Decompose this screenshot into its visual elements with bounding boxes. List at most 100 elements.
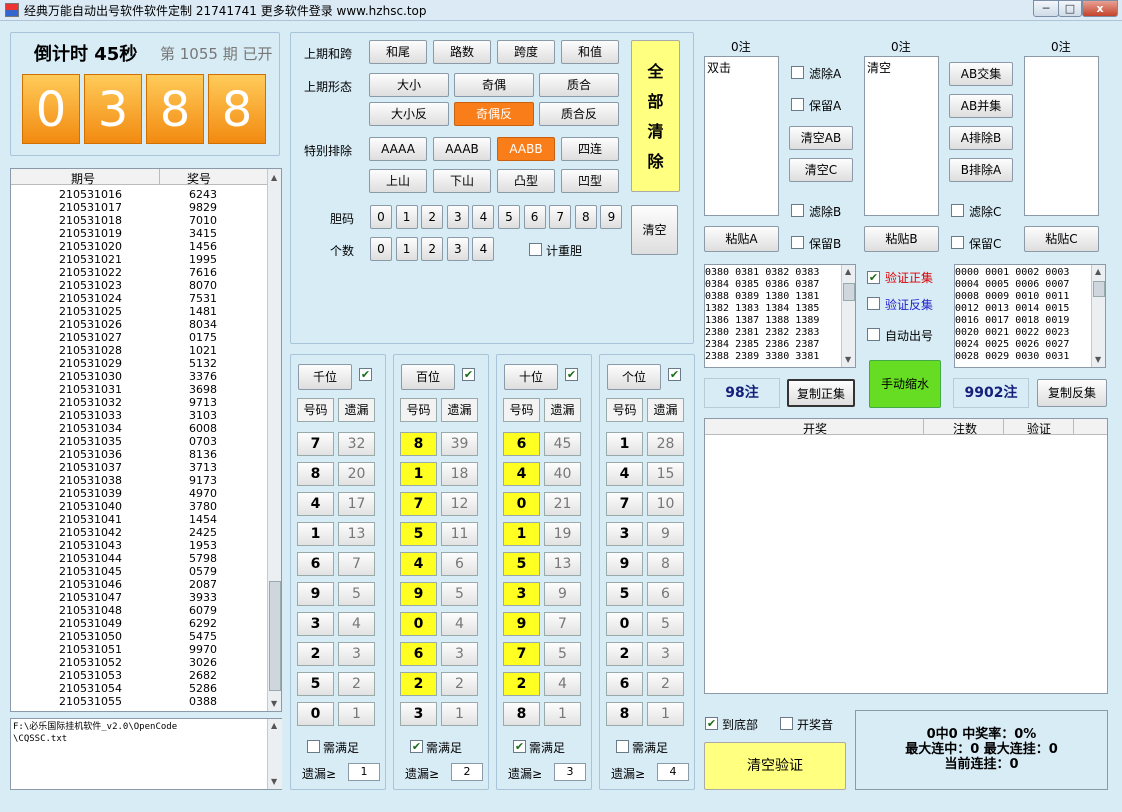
history-row[interactable]: 210531035 0703 <box>11 435 267 448</box>
miss-threshold-input[interactable]: 3 <box>554 763 586 781</box>
scroll-down-icon[interactable]: ▼ <box>271 777 277 786</box>
copy-negative-button[interactable]: 复制反集 <box>1037 379 1107 407</box>
digit-cell[interactable]: 1 <box>400 462 437 486</box>
filter-c-checkbox[interactable] <box>951 204 964 217</box>
need-checkbox[interactable] <box>616 740 629 753</box>
verify-negative-checkbox[interactable] <box>867 297 880 310</box>
dan-code-button[interactable]: 7 <box>549 205 572 229</box>
scroll-thumb[interactable] <box>843 283 855 301</box>
digit-cell[interactable]: 7 <box>503 642 540 666</box>
b-exclude-a-button[interactable]: B排除A <box>949 158 1013 182</box>
digit-cell[interactable]: 1 <box>606 432 643 456</box>
position-checkbox[interactable]: ✔ <box>462 368 475 381</box>
digit-cell[interactable]: 5 <box>503 552 540 576</box>
minimize-button[interactable]: ─ <box>1033 0 1059 17</box>
history-row[interactable]: 210531022 7616 <box>11 266 267 279</box>
count-button[interactable]: 0 <box>370 237 392 261</box>
aabb-button[interactable]: AABB <box>497 137 555 161</box>
clear-ab-button[interactable]: 清空AB <box>789 126 853 150</box>
digit-cell[interactable]: 8 <box>400 432 437 456</box>
dan-code-button[interactable]: 6 <box>523 205 546 229</box>
history-row[interactable]: 210531032 9713 <box>11 396 267 409</box>
history-row[interactable]: 210531051 9970 <box>11 643 267 656</box>
digit-cell[interactable]: 4 <box>606 462 643 486</box>
digit-cell[interactable]: 9 <box>400 582 437 606</box>
count-button[interactable]: 3 <box>446 237 469 261</box>
digit-cell[interactable]: 3 <box>400 702 437 726</box>
set-a-textarea[interactable]: 双击 <box>704 56 779 216</box>
history-row[interactable]: 210531042 2425 <box>11 526 267 539</box>
scroll-up-icon[interactable]: ▲ <box>271 721 277 730</box>
history-row[interactable]: 210531030 3376 <box>11 370 267 383</box>
digit-cell[interactable]: 8 <box>606 702 643 726</box>
history-row[interactable]: 210531019 3415 <box>11 227 267 240</box>
dan-code-button[interactable]: 9 <box>600 205 623 229</box>
history-row[interactable]: 210531020 1456 <box>11 240 267 253</box>
digit-cell[interactable]: 9 <box>503 612 540 636</box>
scroll-up-icon[interactable]: ▲ <box>845 267 851 276</box>
position-checkbox[interactable]: ✔ <box>565 368 578 381</box>
history-row[interactable]: 210531054 5286 <box>11 682 267 695</box>
digit-cell[interactable]: 0 <box>606 612 643 636</box>
history-table[interactable]: 期号 奖号 210531016 6243 210531017 9829 21053101… <box>10 168 282 712</box>
digit-cell[interactable]: 7 <box>297 432 334 456</box>
digit-cell[interactable]: 8 <box>297 462 334 486</box>
history-row[interactable]: 210531049 6292 <box>11 617 267 630</box>
odd-even-reverse-button[interactable]: 奇偶反 <box>454 102 534 126</box>
manual-shrink-button[interactable]: 手动缩水 <box>869 360 941 408</box>
count-button[interactable]: 4 <box>472 237 495 261</box>
digit-cell[interactable]: 4 <box>400 552 437 576</box>
scroll-thumb[interactable] <box>1093 281 1105 297</box>
history-row[interactable]: 210531040 3780 <box>11 500 267 513</box>
big-small-button[interactable]: 大小 <box>369 73 449 97</box>
positive-scrollbar[interactable]: ▲ ▼ <box>841 265 855 367</box>
sum-value-button[interactable]: 和值 <box>561 40 619 64</box>
big-small-reverse-button[interactable]: 大小反 <box>369 102 449 126</box>
position-checkbox[interactable]: ✔ <box>359 368 372 381</box>
scroll-down-icon[interactable]: ▼ <box>1095 355 1101 364</box>
clear-c-button[interactable]: 清空C <box>789 158 853 182</box>
digit-cell[interactable]: 5 <box>400 522 437 546</box>
history-row[interactable]: 210531024 7531 <box>11 292 267 305</box>
keep-c-checkbox[interactable] <box>951 236 964 249</box>
dan-code-button[interactable]: 1 <box>395 205 418 229</box>
history-row[interactable]: 210531028 1021 <box>11 344 267 357</box>
history-row[interactable]: 210531018 7010 <box>11 214 267 227</box>
miss-threshold-input[interactable]: 1 <box>348 763 380 781</box>
paste-a-button[interactable]: 粘贴A <box>704 226 779 252</box>
verify-positive-checkbox[interactable]: ✔ <box>867 271 880 284</box>
history-row[interactable]: 210531034 6008 <box>11 422 267 435</box>
need-checkbox[interactable]: ✔ <box>410 740 423 753</box>
count-button[interactable]: 2 <box>421 237 444 261</box>
verify-table[interactable]: 开奖 注数 验证 <box>704 418 1108 694</box>
need-checkbox[interactable] <box>307 740 320 753</box>
positive-set-list[interactable]: 0380 0381 0382 0383 0384 0385 0386 0387 … <box>704 264 856 368</box>
convex-button[interactable]: 凸型 <box>497 169 555 193</box>
history-row[interactable]: 210531041 1454 <box>11 513 267 526</box>
miss-threshold-input[interactable]: 4 <box>657 763 689 781</box>
downhill-button[interactable]: 下山 <box>433 169 491 193</box>
keep-b-checkbox[interactable] <box>791 236 804 249</box>
history-row[interactable]: 210531023 8070 <box>11 279 267 292</box>
draw-sound-checkbox[interactable] <box>780 717 793 730</box>
digit-cell[interactable]: 8 <box>503 702 540 726</box>
history-row[interactable]: 210531026 8034 <box>11 318 267 331</box>
history-row[interactable]: 210531033 3103 <box>11 409 267 422</box>
digit-cell[interactable]: 0 <box>297 702 334 726</box>
dan-code-button[interactable]: 5 <box>498 205 520 229</box>
scroll-thumb[interactable] <box>269 581 281 691</box>
dan-code-button[interactable]: 0 <box>370 205 392 229</box>
filter-a-checkbox[interactable] <box>791 66 804 79</box>
digit-cell[interactable]: 2 <box>503 672 540 696</box>
scroll-up-icon[interactable]: ▲ <box>271 173 277 182</box>
history-row[interactable]: 210531037 3713 <box>11 461 267 474</box>
history-row[interactable]: 210531029 5132 <box>11 357 267 370</box>
position-button[interactable]: 个位 <box>607 364 661 390</box>
aaab-button[interactable]: AAAB <box>433 137 491 161</box>
digit-cell[interactable]: 9 <box>297 582 334 606</box>
four-consecutive-button[interactable]: 四连 <box>561 137 619 161</box>
digit-cell[interactable]: 0 <box>503 492 540 516</box>
clear-all-button[interactable]: 全 部 清 除 <box>631 40 680 192</box>
dan-code-button[interactable]: 8 <box>574 205 597 229</box>
set-c-textarea[interactable] <box>1024 56 1099 216</box>
